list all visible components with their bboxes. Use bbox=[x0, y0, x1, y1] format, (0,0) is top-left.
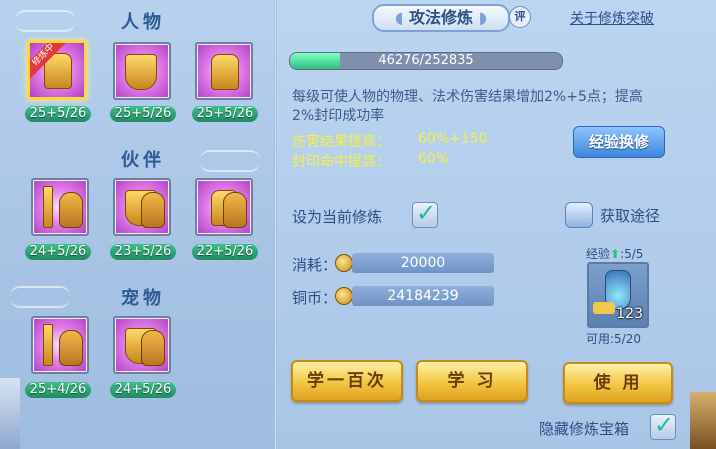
get-source-link[interactable]: 获取途径 bbox=[600, 205, 660, 226]
slot-level: 25+5/26 bbox=[192, 106, 258, 122]
use-button[interactable]: 使 用 bbox=[563, 362, 673, 404]
ornament-decoration bbox=[690, 392, 716, 449]
gold-ingot-icon bbox=[593, 302, 615, 314]
copper-value: 24184239 bbox=[352, 286, 494, 306]
slot-level: 22+5/26 bbox=[192, 244, 258, 260]
coin-icon bbox=[335, 287, 353, 305]
stat-label-seal: 封印命中提高： bbox=[292, 154, 390, 170]
slot-level: 25+5/26 bbox=[110, 106, 176, 122]
exp-exchange-button[interactable]: 经验换修 bbox=[573, 126, 665, 158]
character-cultivation-slot-1[interactable]: 修炼中 bbox=[27, 40, 87, 100]
coin-icon bbox=[335, 254, 353, 272]
character-cultivation-slot-3[interactable] bbox=[195, 42, 253, 100]
item-exp-text: 经验 bbox=[586, 247, 611, 261]
cloud-decoration bbox=[200, 150, 260, 172]
tab-title-label: 攻法修炼 bbox=[408, 8, 473, 27]
cloud-decoration bbox=[15, 10, 75, 32]
item-exp-label: 经验⬆:5/5 bbox=[586, 245, 643, 262]
learn-hundred-button[interactable]: 学一百次 bbox=[291, 360, 403, 402]
ornament-decoration bbox=[0, 378, 20, 449]
cultivation-description: 每级可使人物的物理、法术伤害结果增加2%+5点；提高2%封印成功率 bbox=[292, 89, 643, 124]
sword-icon bbox=[43, 324, 53, 366]
slot-level: 23+5/26 bbox=[110, 244, 176, 260]
learn-button[interactable]: 学 习 bbox=[416, 360, 528, 402]
item-exp-value: :5/5 bbox=[620, 247, 644, 261]
cultivation-chest-item[interactable]: 123 bbox=[587, 262, 649, 328]
item-usable-label: 可用:5/20 bbox=[586, 332, 641, 346]
stat-value-seal: 60% bbox=[418, 151, 450, 167]
checkmark-icon: ✓ bbox=[416, 199, 437, 227]
breakthrough-info-link[interactable]: 关于修炼突破 bbox=[570, 8, 654, 28]
slot-level: 24+5/26 bbox=[110, 382, 176, 398]
slot-level: 25+5/26 bbox=[25, 106, 91, 122]
pet-cultivation-slot-2[interactable] bbox=[113, 316, 171, 374]
pet-cultivation-slot-1[interactable] bbox=[31, 316, 89, 374]
section-title-partner: 伙伴 bbox=[121, 150, 165, 171]
cloud-decoration bbox=[10, 286, 70, 308]
sword-icon bbox=[43, 186, 53, 228]
swirl-icon: ◗ bbox=[478, 8, 488, 27]
tiger-icon bbox=[141, 192, 165, 228]
copper-label: 铜币： bbox=[292, 289, 338, 307]
golden-figure-icon bbox=[211, 54, 239, 90]
up-arrow-icon: ⬆ bbox=[610, 247, 621, 261]
slot-level: 25+4/26 bbox=[25, 382, 91, 398]
checkmark-icon: ✓ bbox=[654, 411, 675, 439]
tiger-icon bbox=[223, 192, 247, 228]
cat-icon bbox=[59, 330, 83, 366]
stat-label-damage: 伤害结果提高： bbox=[292, 134, 390, 150]
cost-label: 消耗： bbox=[292, 256, 338, 274]
set-current-checkbox[interactable]: ✓ bbox=[412, 199, 438, 228]
panel-divider bbox=[274, 0, 277, 449]
section-title-pet: 宠物 bbox=[121, 288, 165, 309]
cultivation-exp-bar: 46276/252835 bbox=[289, 52, 563, 70]
stat-value-damage: 60%+150 bbox=[418, 131, 488, 147]
slot-level: 24+5/26 bbox=[25, 244, 91, 260]
rate-badge[interactable]: 评 bbox=[509, 6, 531, 28]
partner-cultivation-slot-1[interactable] bbox=[31, 178, 89, 236]
golden-shield-armor-icon bbox=[125, 54, 157, 90]
exp-bar-text: 46276/252835 bbox=[378, 53, 474, 68]
cost-value: 20000 bbox=[352, 253, 494, 273]
hide-chest-label: 隐藏修炼宝箱 bbox=[539, 420, 630, 438]
swirl-icon: ◖ bbox=[394, 8, 404, 27]
cat-icon bbox=[141, 330, 165, 366]
tab-attack-magic-cultivation[interactable]: ◖ 攻法修炼 ◗ bbox=[372, 4, 510, 32]
character-cultivation-slot-2[interactable] bbox=[113, 42, 171, 100]
set-current-label: 设为当前修炼 bbox=[292, 208, 383, 226]
hide-chest-checkbox[interactable]: ✓ bbox=[650, 411, 676, 440]
book-icon[interactable] bbox=[565, 202, 593, 228]
item-count: 123 bbox=[616, 306, 643, 322]
partner-cultivation-slot-2[interactable] bbox=[113, 178, 171, 236]
section-title-character: 人物 bbox=[121, 12, 165, 33]
tiger-icon bbox=[59, 192, 83, 228]
partner-cultivation-slot-3[interactable] bbox=[195, 178, 253, 236]
